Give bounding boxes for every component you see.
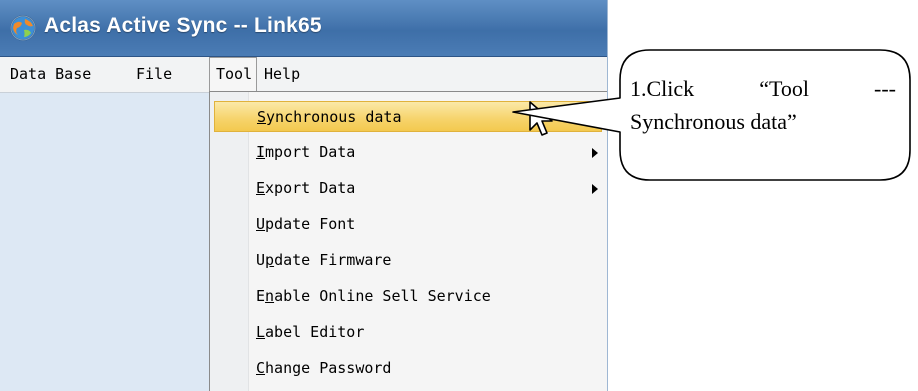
menu-file[interactable]: File — [130, 57, 178, 92]
submenu-arrow-icon — [592, 184, 598, 194]
menu-tool[interactable]: Tool — [209, 57, 257, 93]
window-title: Aclas Active Sync -- Link65 — [44, 14, 322, 37]
callout-line-2: Synchronous data” — [630, 109, 797, 134]
menu-item-label: Label Editor — [256, 323, 365, 341]
app-window: Aclas Active Sync -- Link65 Data Base Fi… — [0, 0, 608, 391]
callout-tool-label: “Tool — [759, 76, 809, 101]
menu-item-update-firmware[interactable]: Update Firmware — [214, 245, 602, 276]
callout-separator: --- — [874, 76, 896, 101]
menu-help[interactable]: Help — [258, 57, 306, 92]
submenu-arrow-icon — [592, 148, 598, 158]
menu-item-label: Enable Online Sell Service — [256, 287, 491, 305]
menu-item-label: Export Data — [256, 179, 356, 197]
menu-item-export-data[interactable]: Export Data — [214, 173, 602, 204]
app-globe-icon — [10, 15, 36, 41]
menu-item-label: Update Font — [256, 215, 356, 233]
client-area — [0, 93, 207, 391]
menu-item-enable-online-sell-service[interactable]: Enable Online Sell Service — [214, 281, 602, 312]
menu-data-base[interactable]: Data Base — [4, 57, 97, 92]
menu-item-change-password[interactable]: Change Password — [214, 353, 602, 384]
menu-item-label: Import Data — [256, 143, 356, 161]
menu-item-label: Update Firmware — [256, 251, 392, 269]
title-bar[interactable]: Aclas Active Sync -- Link65 — [0, 0, 607, 57]
menu-item-label: Synchronous data — [257, 108, 402, 126]
menu-item-label-editor[interactable]: Label Editor — [214, 317, 602, 348]
callout-step-label: 1.Click — [630, 76, 695, 101]
callout-text: 1.Click “Tool --- Synchronous data” — [630, 72, 896, 138]
menu-bar: Data Base File Tool Help — [0, 57, 607, 93]
menu-item-label: Change Password — [256, 359, 392, 377]
mouse-pointer-icon — [529, 101, 553, 136]
menu-item-update-font[interactable]: Update Font — [214, 209, 602, 240]
callout-line-1: 1.Click “Tool --- — [630, 72, 896, 105]
